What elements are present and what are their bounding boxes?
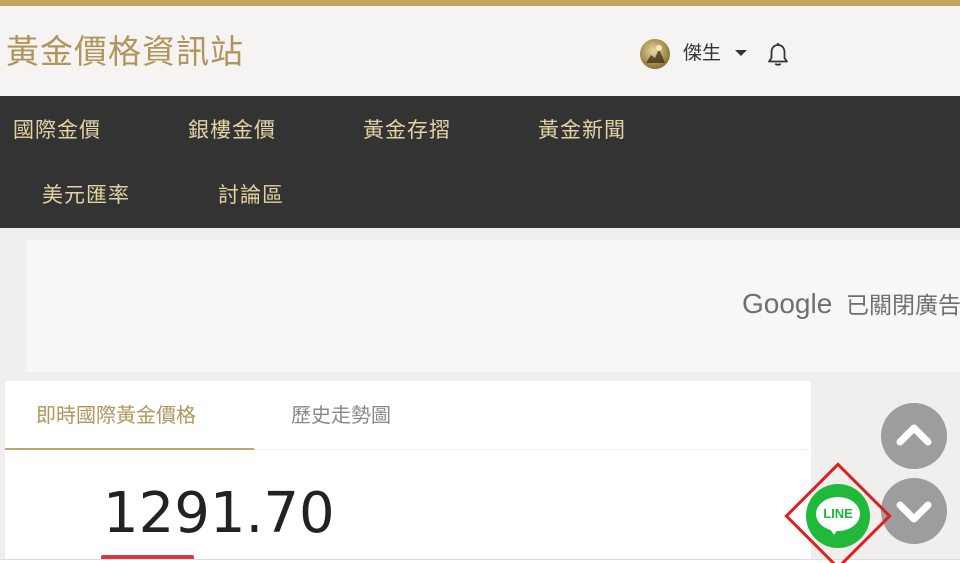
chevron-up-icon — [896, 424, 932, 446]
price-tab-bar: 即時國際黃金價格 歷史走勢圖 — [5, 381, 811, 450]
main-nav: 國際金價 銀樓金價 黃金存摺 黃金新聞 美元匯率 討論區 — [0, 96, 960, 228]
nav-item-jewelry-gold[interactable]: 銀樓金價 — [188, 117, 276, 143]
line-label: LINE — [823, 506, 853, 521]
bell-icon[interactable] — [766, 42, 790, 68]
tab-realtime-price[interactable]: 即時國際黃金價格 — [5, 381, 254, 450]
ad-closed-text: 已關閉廣告 — [846, 293, 960, 319]
ad-google-brand: Google — [742, 288, 833, 319]
page-bottom-edge — [0, 559, 960, 563]
caret-down-icon[interactable] — [735, 50, 747, 56]
site-title[interactable]: 黃金價格資訊站 — [6, 33, 244, 71]
tab-history-chart[interactable]: 歷史走勢圖 — [291, 381, 391, 450]
chevron-down-icon — [896, 501, 932, 523]
site-header: 黃金價格資訊站 傑生 — [0, 6, 960, 96]
current-gold-price: 1291.70 — [103, 481, 335, 546]
nav-item-gold-passbook[interactable]: 黃金存摺 — [363, 117, 451, 143]
gold-price-panel: 即時國際黃金價格 歷史走勢圖 1291.70 — [5, 381, 811, 563]
nav-item-gold-news[interactable]: 黃金新聞 — [538, 117, 626, 143]
user-avatar-icon[interactable] — [640, 39, 670, 69]
user-name[interactable]: 傑生 — [683, 41, 721, 65]
nav-item-international-gold[interactable]: 國際金價 — [13, 117, 101, 143]
ad-banner: Google 已關閉廣告 — [26, 240, 960, 372]
scroll-down-button[interactable] — [881, 478, 947, 544]
nav-item-forum[interactable]: 討論區 — [218, 182, 284, 208]
line-chat-bubble-tail — [828, 526, 840, 535]
scroll-up-button[interactable] — [881, 403, 947, 469]
nav-item-usd-rate[interactable]: 美元匯率 — [42, 182, 130, 208]
line-share-button[interactable]: LINE — [806, 484, 870, 548]
